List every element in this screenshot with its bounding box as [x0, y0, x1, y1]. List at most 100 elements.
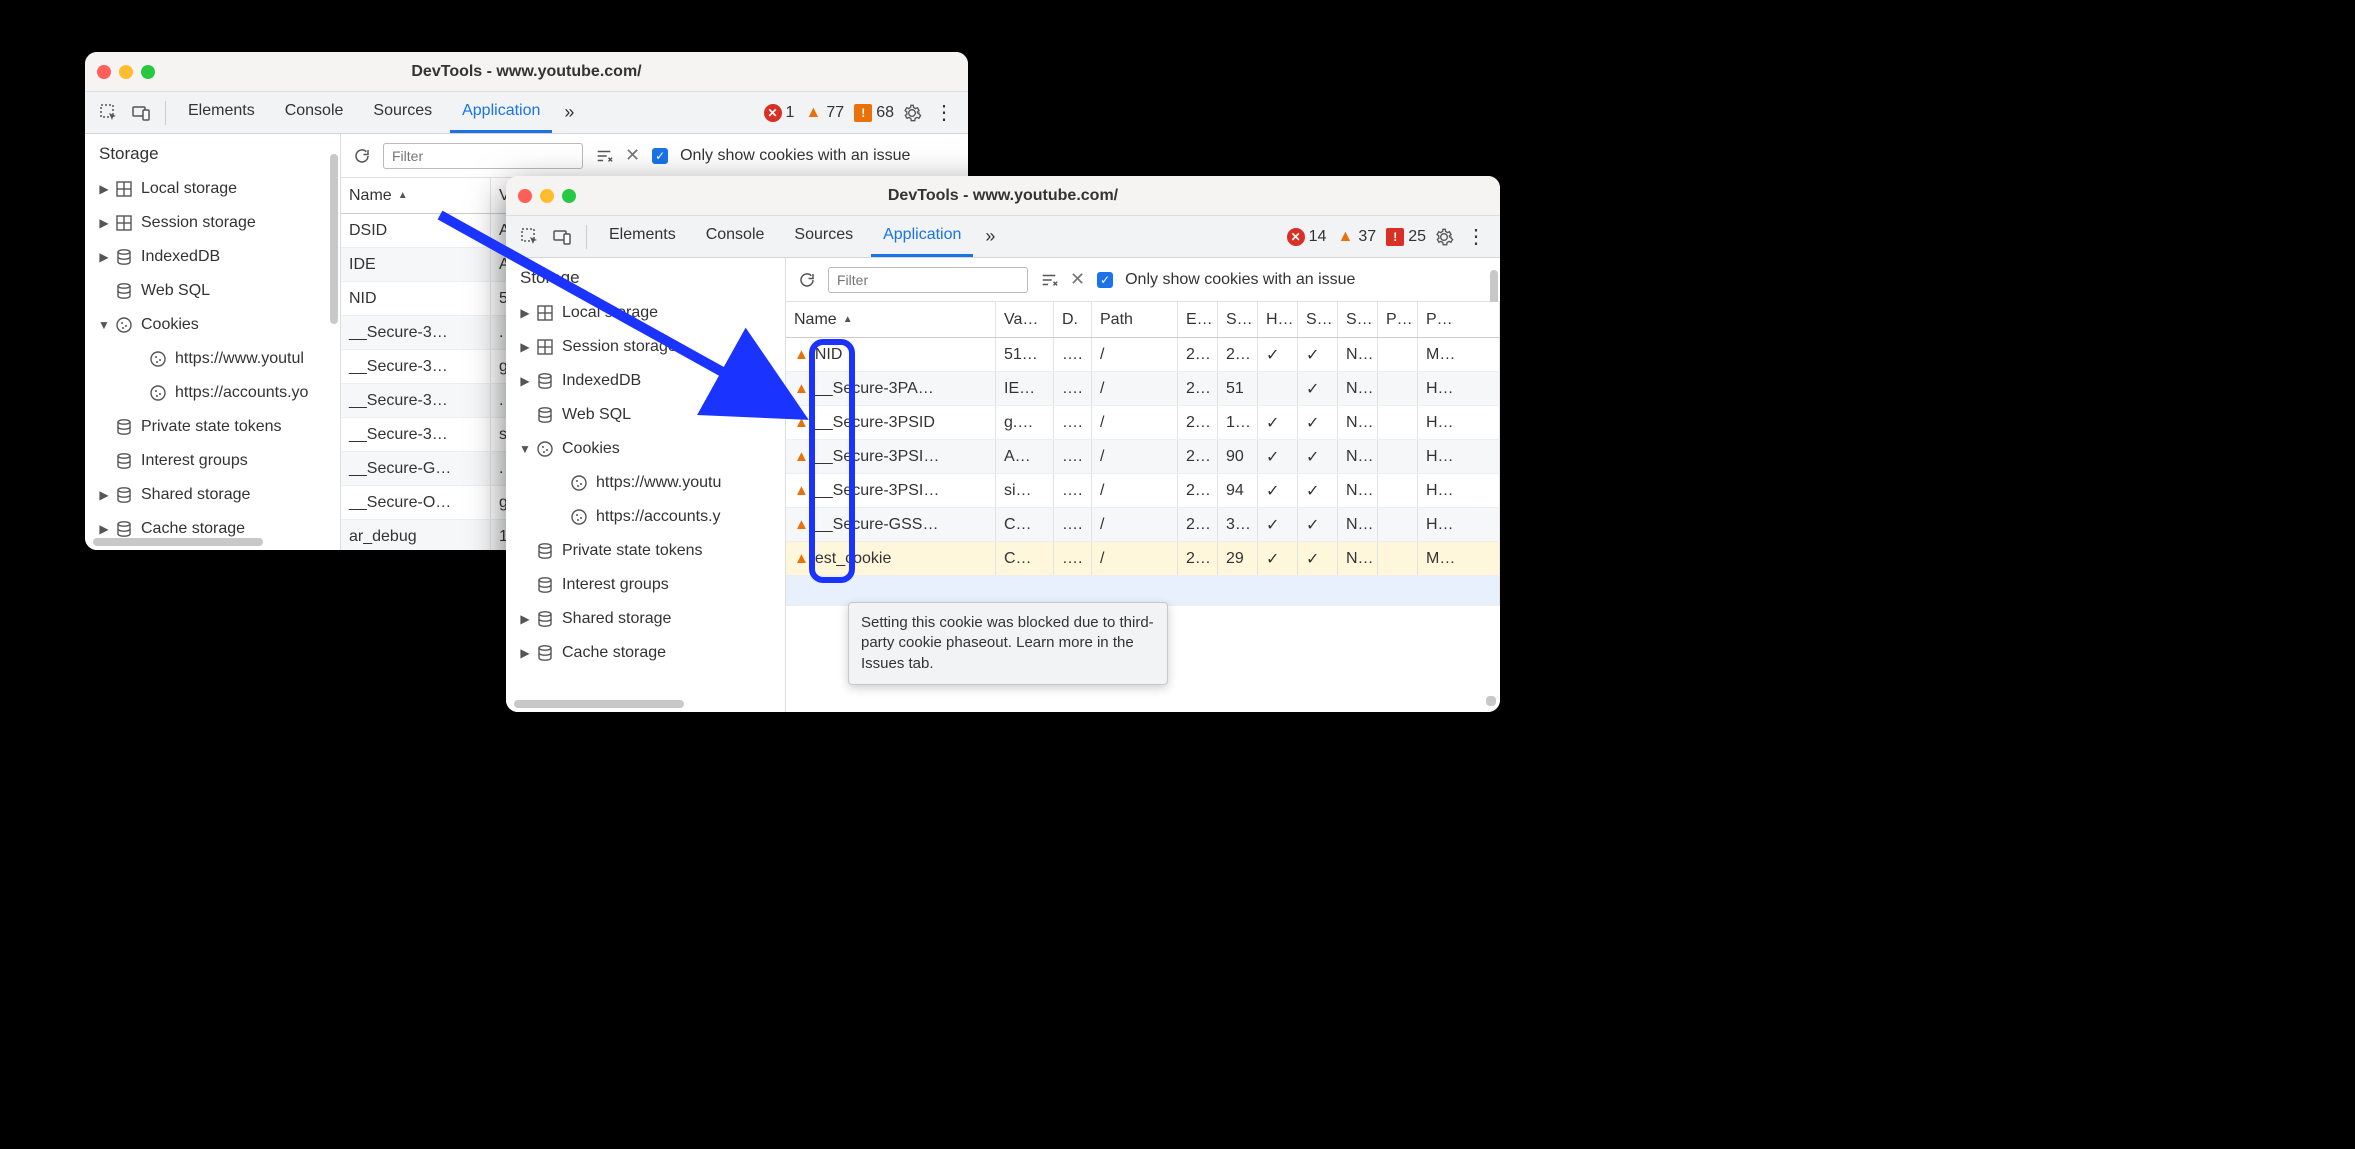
sidebar-item[interactable]: Interest groups — [91, 444, 334, 478]
table-row[interactable]: ▲__Secure-GSS…C……./2…3…✓✓N…H… — [786, 508, 1500, 542]
clear-all-icon[interactable]: ✕ — [625, 145, 640, 166]
zoom-window[interactable] — [562, 189, 576, 203]
tab-application[interactable]: Application — [871, 216, 973, 257]
table-row[interactable]: ▲NID51……./2…2…✓✓N…M… — [786, 338, 1500, 372]
col-head[interactable]: Path — [1092, 302, 1178, 337]
messages-badge[interactable]: !25 — [1386, 228, 1426, 246]
refresh-icon[interactable] — [353, 147, 371, 165]
cell — [1378, 474, 1418, 507]
cell: 2… — [1178, 372, 1218, 405]
only-issues-checkbox[interactable]: ✓ — [652, 148, 668, 164]
clear-all-icon[interactable]: ✕ — [1070, 269, 1085, 290]
sidebar-item[interactable]: ▼Cookies — [91, 308, 334, 342]
settings-icon[interactable] — [1430, 223, 1458, 251]
sidebar-item[interactable]: ▶Local storage — [512, 296, 779, 330]
sidebar-item[interactable]: ▼Cookies — [512, 432, 779, 466]
sidebar-item[interactable]: Interest groups — [512, 568, 779, 602]
refresh-icon[interactable] — [798, 271, 816, 289]
filter-input[interactable] — [828, 267, 1028, 293]
col-head[interactable]: H… — [1258, 302, 1298, 337]
device-icon[interactable] — [127, 99, 155, 127]
cell — [1378, 508, 1418, 541]
zoom-window[interactable] — [141, 65, 155, 79]
warnings-badge[interactable]: ▲77 — [804, 104, 844, 122]
col-head[interactable]: E… — [1178, 302, 1218, 337]
table-row[interactable]: ▲__Secure-3PSI…si……./2…94✓✓N…H… — [786, 474, 1500, 508]
sidebar-item[interactable]: ▶Session storage — [512, 330, 779, 364]
col-name[interactable]: Name — [341, 178, 491, 213]
warnings-badge[interactable]: ▲37 — [1336, 228, 1376, 246]
table-row[interactable]: ▲est_cookieC……./2…29✓✓N…M… — [786, 542, 1500, 576]
sidebar-item-label: Private state tokens — [141, 418, 282, 436]
col-head[interactable]: Va… — [996, 302, 1054, 337]
inspect-icon[interactable] — [516, 223, 544, 251]
close-window[interactable] — [97, 65, 111, 79]
clear-filter-icon[interactable] — [595, 147, 613, 165]
sidebar-item[interactable]: Private state tokens — [91, 410, 334, 444]
sidebar-item[interactable]: Web SQL — [512, 398, 779, 432]
sidebar-hscrollbar[interactable] — [93, 538, 263, 546]
col-head[interactable]: D. — [1054, 302, 1092, 337]
cell: 51 — [1218, 372, 1258, 405]
table-row[interactable]: ▲__Secure-3PSIDg.……./2…1…✓✓N…H… — [786, 406, 1500, 440]
clear-filter-icon[interactable] — [1040, 271, 1058, 289]
filter-input[interactable] — [383, 143, 583, 169]
tab-elements[interactable]: Elements — [176, 92, 267, 133]
sidebar-item[interactable]: ▶Session storage — [91, 206, 334, 240]
device-icon[interactable] — [548, 223, 576, 251]
kebab-icon[interactable]: ⋮ — [930, 99, 958, 127]
cell: H… — [1418, 372, 1500, 405]
col-head[interactable]: Name — [786, 302, 996, 337]
sidebar-item[interactable]: https://www.youtul — [91, 342, 334, 376]
sidebar-item-label: Web SQL — [141, 282, 210, 300]
db-icon — [113, 248, 135, 266]
messages-badge[interactable]: !68 — [854, 104, 894, 122]
sidebar-item[interactable]: ▶IndexedDB — [512, 364, 779, 398]
only-issues-checkbox[interactable]: ✓ — [1097, 272, 1113, 288]
col-head[interactable]: S… — [1218, 302, 1258, 337]
cell: ✓ — [1298, 406, 1338, 439]
db-icon — [113, 520, 135, 538]
cell: ✓ — [1258, 508, 1298, 541]
sidebar-item[interactable]: ▶IndexedDB — [91, 240, 334, 274]
errors-badge[interactable]: ✕1 — [764, 104, 795, 122]
tab-sources[interactable]: Sources — [361, 92, 444, 133]
sidebar-item-label: Cache storage — [141, 520, 245, 538]
sidebar-item[interactable]: https://accounts.yo — [91, 376, 334, 410]
minimize-window[interactable] — [119, 65, 133, 79]
sidebar-item[interactable]: ▶Cache storage — [512, 636, 779, 670]
sidebar-item[interactable]: ▶Shared storage — [91, 478, 334, 512]
tab-elements[interactable]: Elements — [597, 216, 688, 257]
minimize-window[interactable] — [540, 189, 554, 203]
db-icon — [113, 452, 135, 470]
col-head[interactable]: S… — [1338, 302, 1378, 337]
sidebar-hscrollbar[interactable] — [514, 700, 684, 708]
table-row[interactable]: ▲__Secure-3PSI…A……./2…90✓✓N…H… — [786, 440, 1500, 474]
sidebar-item-label: Interest groups — [562, 576, 669, 594]
col-head[interactable]: P… — [1418, 302, 1500, 337]
settings-icon[interactable] — [898, 99, 926, 127]
col-head[interactable]: S… — [1298, 302, 1338, 337]
tab-sources[interactable]: Sources — [782, 216, 865, 257]
sidebar-item[interactable]: Private state tokens — [512, 534, 779, 568]
table-row[interactable]: ▲__Secure-3PA…IE……./2…51✓N…H… — [786, 372, 1500, 406]
tab-console[interactable]: Console — [273, 92, 356, 133]
sidebar-scrollbar[interactable] — [330, 154, 338, 324]
errors-badge[interactable]: ✕14 — [1287, 228, 1327, 246]
sidebar-item[interactable]: https://accounts.y — [512, 500, 779, 534]
kebab-icon[interactable]: ⋮ — [1462, 223, 1490, 251]
cell: 1… — [1218, 406, 1258, 439]
tab-application[interactable]: Application — [450, 92, 552, 133]
close-window[interactable] — [518, 189, 532, 203]
window-title: DevTools - www.youtube.com/ — [506, 187, 1500, 205]
sidebar-item[interactable]: ▶Shared storage — [512, 602, 779, 636]
more-tabs-icon[interactable]: » — [979, 226, 1001, 247]
col-head[interactable]: P… — [1378, 302, 1418, 337]
corner-scroll[interactable] — [1486, 696, 1496, 706]
tab-console[interactable]: Console — [694, 216, 777, 257]
sidebar-item[interactable]: Web SQL — [91, 274, 334, 308]
sidebar-item[interactable]: https://www.youtu — [512, 466, 779, 500]
inspect-icon[interactable] — [95, 99, 123, 127]
more-tabs-icon[interactable]: » — [558, 102, 580, 123]
sidebar-item[interactable]: ▶Local storage — [91, 172, 334, 206]
